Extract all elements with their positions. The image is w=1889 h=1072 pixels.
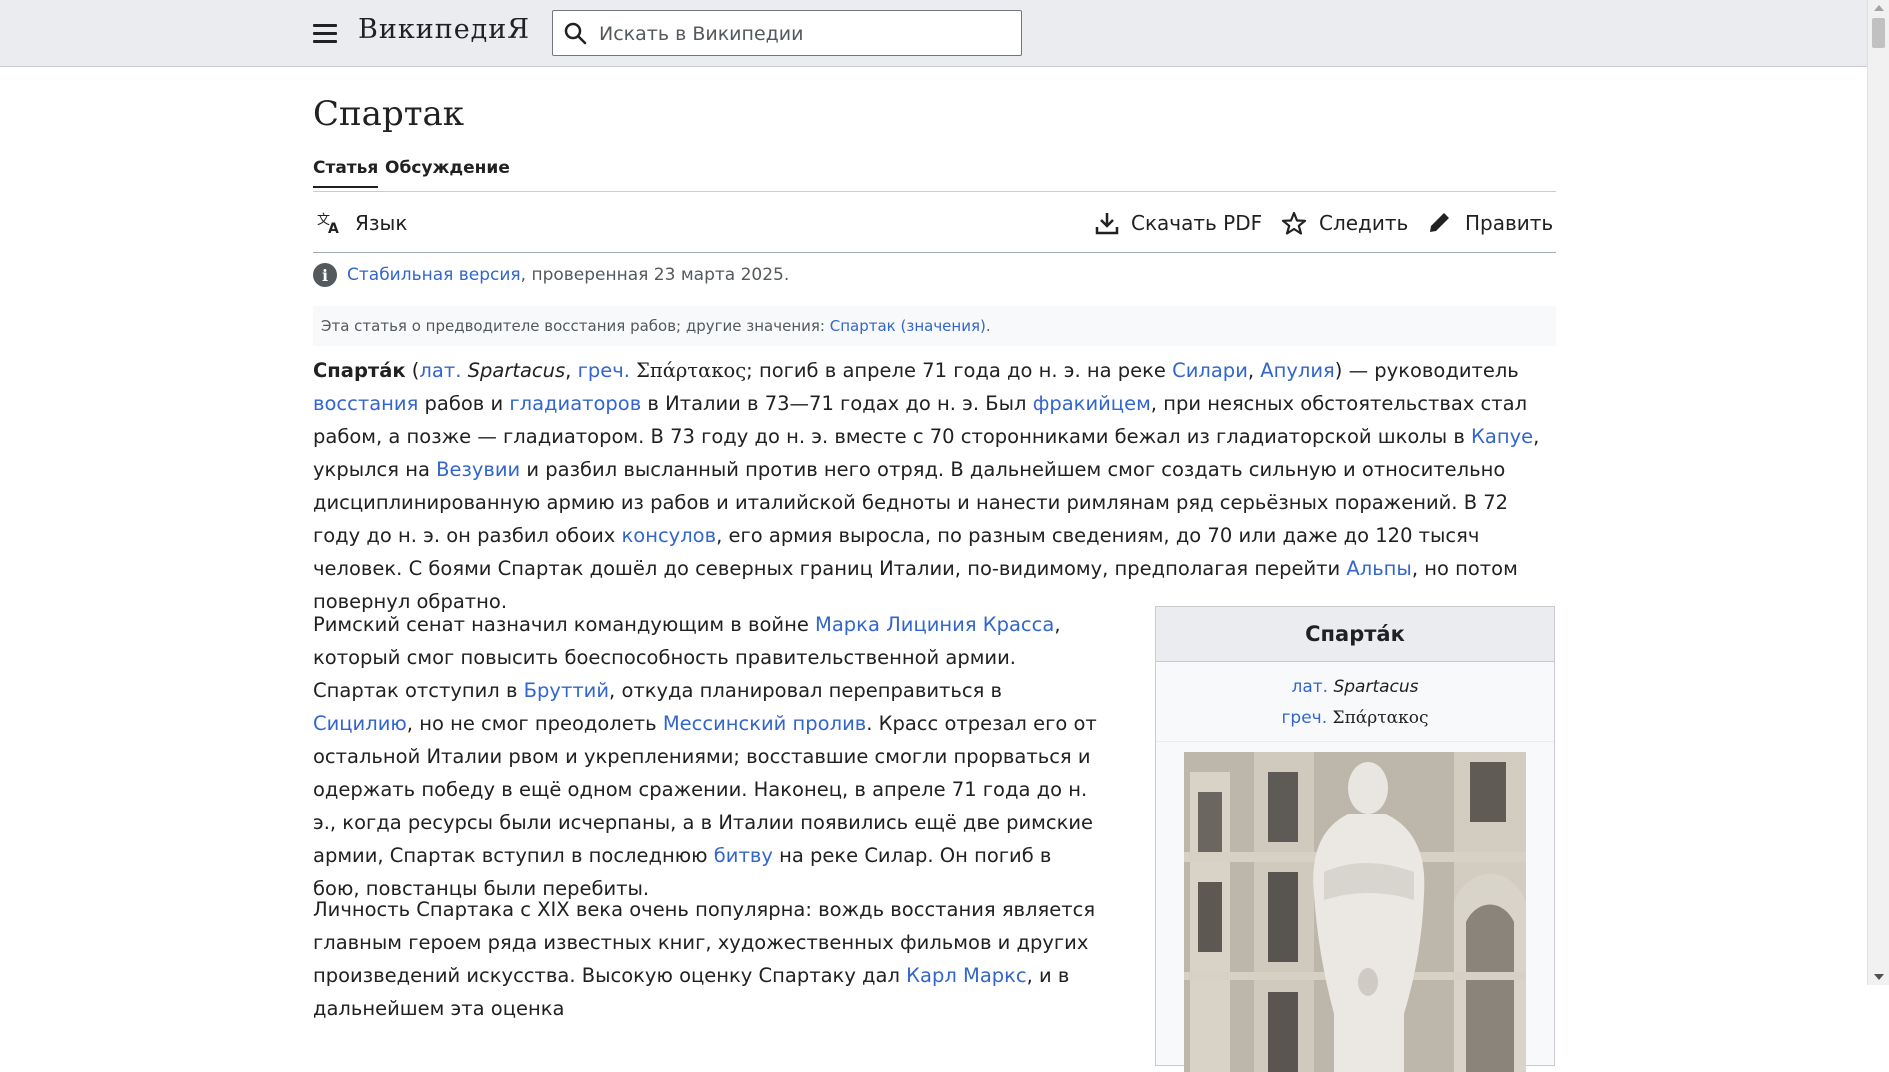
article-link[interactable]: Карл Маркс — [906, 964, 1027, 987]
spartacus-statue-image[interactable] — [1184, 752, 1526, 1072]
infobox-greek-link[interactable]: греч. — [1282, 708, 1328, 728]
article-link[interactable]: восстания — [313, 392, 418, 415]
star-icon — [1281, 211, 1307, 235]
stable-version-note: i Стабильная версия , проверенная 23 мар… — [313, 263, 789, 287]
article-paragraph-1: Спарта́к (лат. Spartacus, греч. Σπάρτακο… — [313, 359, 1540, 613]
infobox-lat-link[interactable]: лат. — [1291, 677, 1328, 697]
tab-article[interactable]: Статья — [313, 158, 379, 188]
watch-label: Следить — [1319, 211, 1409, 235]
article-paragraph-2: Римский сенат назначил командующим в вой… — [313, 613, 1097, 900]
scroll-down-arrow-icon[interactable] — [1874, 974, 1884, 980]
tab-talk[interactable]: Обсуждение — [385, 158, 510, 186]
infobox-names: лат. Spartacus греч. Σπάρτακος — [1156, 662, 1554, 742]
article-link[interactable]: Силари — [1172, 359, 1248, 382]
article-link[interactable]: Сицилию — [313, 712, 407, 735]
main-menu-button[interactable] — [310, 20, 340, 46]
menu-icon — [313, 24, 337, 27]
article-subject: Спарта́к — [313, 359, 406, 382]
language-button[interactable]: 文 A Язык — [317, 211, 407, 235]
article-link[interactable]: лат. — [419, 359, 461, 382]
article-paragraph-3: Личность Спартака с XIX века очень попул… — [313, 898, 1096, 1020]
watch-button[interactable]: Следить — [1281, 211, 1408, 235]
article-link[interactable]: фракийцем — [1033, 392, 1151, 415]
article-link[interactable]: греч. — [578, 359, 630, 382]
disambiguation-link[interactable]: Спартак (значения) — [830, 317, 986, 335]
infobox-title: Спарта́к — [1156, 607, 1554, 662]
page-toolbar: 文 A Язык Скачать PDF Следить Править — [313, 192, 1556, 253]
search-input[interactable] — [597, 19, 1011, 49]
info-icon: i — [313, 263, 337, 287]
scrollbar-thumb[interactable] — [1872, 18, 1885, 48]
article-greek: Σπάρτακος — [636, 359, 747, 382]
article-link[interactable]: Везувии — [436, 458, 520, 481]
article-link[interactable]: битву — [714, 844, 773, 867]
stable-version-link[interactable]: Стабильная версия — [347, 265, 521, 285]
article-italic: Spartacus — [467, 359, 566, 382]
article-link[interactable]: Апулия — [1260, 359, 1335, 382]
language-label: Язык — [355, 211, 408, 235]
article-link[interactable]: консулов — [622, 524, 717, 547]
download-pdf-button[interactable]: Скачать PDF — [1095, 211, 1262, 235]
wikipedia-wordmark[interactable]: ВикипедиЯ — [358, 14, 530, 45]
article-link[interactable]: Марка Лициния Красса — [815, 613, 1054, 636]
scroll-up-arrow-icon[interactable] — [1874, 5, 1884, 11]
download-pdf-label: Скачать PDF — [1131, 211, 1263, 235]
svg-text:A: A — [328, 221, 339, 235]
article-link[interactable]: Альпы — [1346, 557, 1411, 580]
infobox: Спарта́к лат. Spartacus греч. Σπάρτακος — [1155, 606, 1555, 1072]
pencil-icon — [1430, 213, 1449, 232]
language-icon: 文 A — [317, 213, 339, 235]
hatnote: Эта статья о предводителе восстания рабо… — [313, 306, 1556, 346]
download-icon — [1095, 213, 1119, 235]
search-icon — [564, 22, 587, 45]
search-box[interactable] — [552, 10, 1022, 56]
article-link[interactable]: Капуе — [1471, 425, 1533, 448]
page-tabs: Статья Обсуждение — [313, 158, 1556, 192]
page-title: Спартак — [313, 94, 465, 134]
article-link[interactable]: гладиаторов — [509, 392, 641, 415]
edit-button[interactable]: Править — [1427, 211, 1553, 235]
edit-label: Править — [1465, 211, 1554, 235]
article-link[interactable]: Мессинский пролив — [663, 712, 866, 735]
article-link[interactable]: Бруттий — [524, 679, 609, 702]
vertical-scrollbar[interactable] — [1867, 0, 1889, 985]
site-header: ВикипедиЯ — [0, 0, 1868, 67]
